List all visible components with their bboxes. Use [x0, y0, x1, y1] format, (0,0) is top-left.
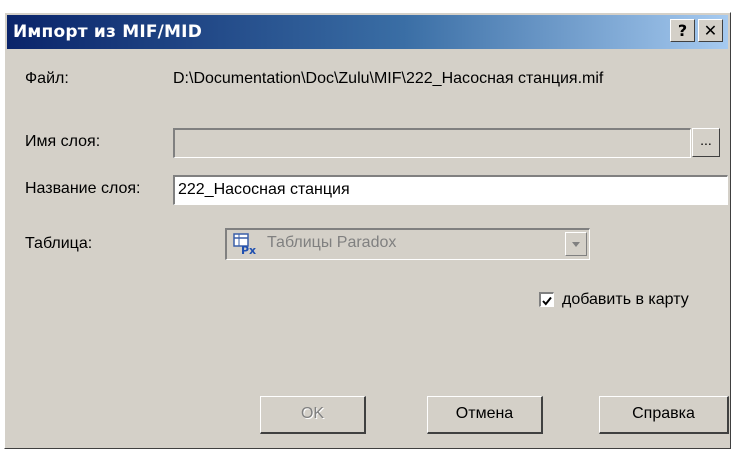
- title-bar[interactable]: Импорт из MIF/MID ? ✕: [7, 15, 728, 49]
- paradox-table-icon: Px: [233, 233, 259, 257]
- add-to-map-checkbox[interactable]: [539, 292, 554, 307]
- browse-button[interactable]: ...: [692, 128, 720, 157]
- cancel-button[interactable]: Отмена: [427, 396, 543, 434]
- layer-title-label: Название слоя:: [25, 180, 141, 197]
- checkmark-icon: [542, 296, 552, 306]
- ok-button[interactable]: OK: [260, 396, 366, 434]
- file-label: Файл:: [25, 70, 69, 87]
- layer-name-label: Имя слоя:: [25, 133, 101, 150]
- question-icon: ?: [677, 21, 688, 40]
- close-icon: ✕: [703, 21, 718, 40]
- help-button[interactable]: Справка: [599, 396, 729, 434]
- file-path: D:\Documentation\Doc\Zulu\MIF\222_Насосн…: [173, 70, 604, 87]
- chevron-down-icon[interactable]: [565, 232, 587, 256]
- svg-text:Px: Px: [241, 244, 256, 255]
- import-mif-dialog: Импорт из MIF/MID ? ✕ Файл: D:\Documenta…: [4, 12, 731, 449]
- add-to-map-label[interactable]: добавить в карту: [562, 291, 689, 309]
- table-select-value: Таблицы Paradox: [267, 234, 397, 251]
- layer-name-input[interactable]: [173, 128, 691, 158]
- table-label: Таблица:: [25, 235, 93, 252]
- dialog-title: Импорт из MIF/MID: [13, 22, 203, 42]
- table-select[interactable]: Px Таблицы Paradox: [225, 228, 590, 260]
- layer-title-input[interactable]: 222_Насосная станция: [173, 175, 728, 205]
- help-title-button[interactable]: ?: [670, 19, 695, 42]
- close-button[interactable]: ✕: [698, 19, 723, 42]
